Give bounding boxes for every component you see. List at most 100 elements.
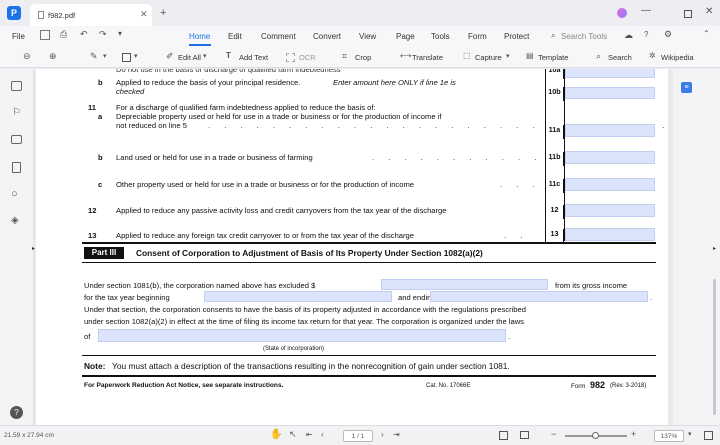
edit-all-dropdown-icon[interactable]: ▾: [203, 52, 207, 60]
menu-page[interactable]: Page: [396, 32, 415, 41]
new-tab-icon[interactable]: +: [160, 7, 166, 19]
zoom-in-status-icon[interactable]: +: [631, 429, 636, 439]
line-11c-text: Other property used or held for use in a…: [116, 180, 415, 189]
tax-year-ending-field[interactable]: [430, 291, 648, 302]
cloud-icon[interactable]: ☁: [624, 30, 633, 41]
comment-icon[interactable]: [11, 135, 22, 144]
attachment-icon[interactable]: [12, 162, 21, 173]
highlighter-dropdown-icon[interactable]: ▾: [103, 52, 107, 60]
bookmark-icon[interactable]: ⚐: [12, 107, 21, 118]
highlighter-icon[interactable]: ✎: [90, 51, 98, 62]
excluded-amount-field[interactable]: [381, 279, 548, 290]
capture-button[interactable]: Capture: [475, 53, 502, 62]
settings-icon[interactable]: ⚙: [664, 29, 672, 40]
menu-edit[interactable]: Edit: [228, 32, 242, 41]
line-11b-number: 11b: [545, 152, 564, 166]
ocr-button[interactable]: OCR: [299, 53, 316, 62]
state-of-incorporation-field[interactable]: [98, 329, 506, 342]
consent-line-4: under section 1082(a)(2) in effect at th…: [84, 317, 524, 326]
print-icon[interactable]: ⎙: [60, 29, 67, 40]
sidebar-toggle-icon[interactable]: [40, 30, 50, 40]
line-13-amount-field[interactable]: [565, 228, 655, 241]
menu-home[interactable]: Home: [189, 32, 210, 41]
crop-icon: ⌗: [342, 51, 348, 61]
vertical-scrollbar[interactable]: [713, 279, 716, 415]
redo-icon[interactable]: ↷: [99, 29, 107, 40]
edit-all-button[interactable]: Edit All: [178, 53, 201, 62]
maximize-icon[interactable]: [684, 10, 692, 18]
state-caption: (State of incorporation): [263, 346, 325, 352]
help-circle-icon[interactable]: ?: [10, 406, 23, 419]
zoom-dropdown-icon[interactable]: ▾: [688, 430, 692, 438]
collapse-left-panel-icon[interactable]: ▸: [32, 245, 35, 252]
line-10b-amount-field[interactable]: [565, 87, 655, 99]
avatar[interactable]: [617, 8, 627, 18]
shape-icon[interactable]: [122, 53, 131, 62]
hand-tool-icon[interactable]: ✋: [270, 429, 282, 440]
line-10a-number: 10a: [545, 69, 564, 79]
undo-icon[interactable]: ↶: [80, 29, 88, 40]
menu-comment[interactable]: Comment: [261, 32, 296, 41]
zoom-slider-handle[interactable]: [592, 432, 599, 439]
line-10a-amount-field[interactable]: [565, 69, 655, 78]
zoom-out-status-icon[interactable]: −: [551, 429, 556, 439]
prev-page-icon[interactable]: ‹: [321, 430, 324, 439]
translate-button[interactable]: Translate: [412, 53, 443, 62]
footer-rule: [82, 375, 656, 377]
quick-access-dropdown-icon[interactable]: ▾: [118, 29, 122, 38]
line-11-text: For a discharge of qualified farm indebt…: [116, 103, 376, 112]
line-11b-letter: b: [98, 153, 103, 162]
first-page-icon[interactable]: ⇤: [306, 430, 313, 439]
select-tool-icon[interactable]: ↖: [289, 429, 297, 440]
fit-page-icon[interactable]: [499, 431, 508, 440]
last-page-icon[interactable]: ⇥: [393, 430, 400, 439]
page-number-input[interactable]: 1 / 1: [343, 430, 373, 442]
capture-dropdown-icon[interactable]: ▾: [506, 52, 510, 60]
menu-view[interactable]: View: [359, 32, 376, 41]
ocr-icon: [286, 53, 295, 62]
footer-form-label: Form: [571, 383, 586, 390]
collapse-right-panel-icon[interactable]: ▸: [713, 245, 716, 252]
search-button[interactable]: Search: [608, 53, 632, 62]
note-text: You must attach a description of the tra…: [112, 361, 510, 371]
crop-button[interactable]: Crop: [355, 53, 371, 62]
line-11c-number: 11c: [545, 179, 564, 193]
zoom-out-icon[interactable]: ⊖: [23, 51, 31, 62]
search-panel-icon[interactable]: ○: [11, 188, 18, 200]
line-12-text: Applied to reduce any passive activity l…: [116, 206, 447, 215]
line-13-number-box: 13: [545, 229, 564, 243]
zoom-in-icon[interactable]: ⊕: [49, 51, 57, 62]
search-tools-input[interactable]: Search Tools: [561, 32, 607, 41]
close-window-icon[interactable]: ✕: [705, 6, 713, 17]
line-12-amount-field[interactable]: [565, 204, 655, 217]
template-button[interactable]: Template: [538, 53, 568, 62]
document-tab[interactable]: f982.pdf ✕: [30, 4, 152, 26]
line-10b-text-italic: Enter amount here ONLY if line 1e is: [333, 78, 456, 87]
menu-protect[interactable]: Protect: [504, 32, 529, 41]
line-11b-amount-field[interactable]: [565, 151, 655, 164]
fullscreen-icon[interactable]: [704, 431, 713, 440]
properties-panel-icon[interactable]: ≡: [681, 82, 692, 93]
zoom-level[interactable]: 137%: [654, 430, 684, 442]
tax-year-beginning-field[interactable]: [204, 291, 392, 302]
layers-icon[interactable]: ◈: [11, 215, 19, 226]
help-icon[interactable]: ?: [644, 30, 648, 39]
menu-tools[interactable]: Tools: [431, 32, 450, 41]
left-sidebar: ⚐ ○ ◈ ▸ ?: [0, 69, 35, 425]
file-menu[interactable]: File: [12, 32, 25, 41]
menu-form[interactable]: Form: [468, 32, 487, 41]
line-11a-amount-field[interactable]: [565, 124, 655, 137]
line-10b-number: 10b: [545, 87, 564, 101]
minimize-icon[interactable]: —: [641, 5, 651, 16]
add-text-button[interactable]: Add Text: [239, 53, 268, 62]
page-layout-icon[interactable]: [520, 431, 529, 439]
wikipedia-button[interactable]: Wikipedia: [661, 53, 694, 62]
app-logo: P: [7, 6, 21, 20]
thumbnails-icon[interactable]: [11, 81, 22, 91]
menu-convert[interactable]: Convert: [313, 32, 341, 41]
close-tab-icon[interactable]: ✕: [140, 9, 148, 20]
line-11c-amount-field[interactable]: [565, 178, 655, 191]
next-page-icon[interactable]: ›: [381, 430, 384, 439]
shape-dropdown-icon[interactable]: ▾: [134, 52, 138, 60]
collapse-ribbon-icon[interactable]: ⌃: [703, 29, 710, 38]
